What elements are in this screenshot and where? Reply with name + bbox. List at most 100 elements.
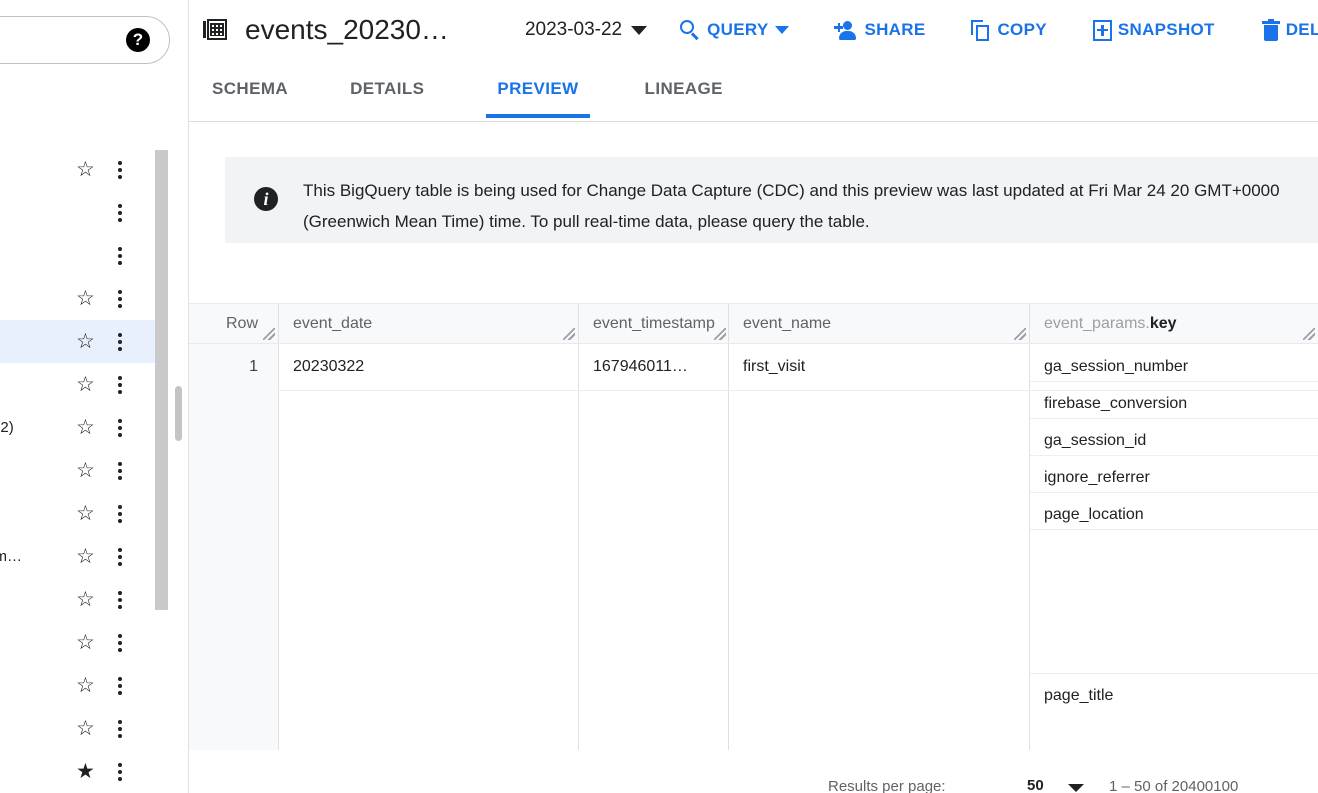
column-header-event-date[interactable]: event_date <box>279 304 578 343</box>
more-options-icon[interactable] <box>118 762 122 781</box>
info-icon: i <box>254 187 278 211</box>
column-header-event-name-label: event_name <box>743 314 832 332</box>
star-outline-icon[interactable]: ☆ <box>76 589 95 610</box>
copy-button[interactable]: COPY <box>971 19 1047 41</box>
tab-preview[interactable]: PREVIEW <box>486 60 590 118</box>
copy-button-label: COPY <box>997 20 1047 39</box>
star-filled-icon[interactable]: ★ <box>76 761 95 782</box>
sidebar-item[interactable]: ☆ <box>0 148 155 191</box>
add-person-icon <box>834 20 858 40</box>
star-outline-icon[interactable]: ☆ <box>76 675 95 696</box>
star-outline-icon[interactable]: ☆ <box>76 632 95 653</box>
star-outline-icon[interactable]: ☆ <box>76 159 95 180</box>
date-partition-selector[interactable]: 2023-03-22 <box>524 19 648 41</box>
resize-grip[interactable] <box>714 328 726 340</box>
more-options-icon[interactable] <box>118 504 122 523</box>
column-header-event-timestamp[interactable]: event_timestamp <box>579 304 729 343</box>
star-outline-icon[interactable]: ☆ <box>76 718 95 739</box>
share-button[interactable]: SHARE <box>834 20 925 40</box>
star-outline-icon[interactable]: ☆ <box>76 460 95 481</box>
star-outline-icon[interactable]: ☆ <box>76 503 95 524</box>
table-header-row: Row event_date event_timestamp event_nam… <box>189 303 1318 344</box>
sidebar-item-label: ata_ (2) <box>0 419 14 436</box>
chevron-down-icon[interactable] <box>1068 784 1084 792</box>
left-sidebar: ? ts. ES ONLY. ☆ons034☆☆☆ata_ (2)☆☆☆d_sa… <box>0 0 189 793</box>
more-options-icon[interactable] <box>118 676 122 695</box>
cdc-info-banner-text: This BigQuery table is being used for Ch… <box>303 175 1318 237</box>
star-outline-icon[interactable]: ☆ <box>76 546 95 567</box>
column-header-event-params-key-label: key <box>1149 314 1177 332</box>
star-outline-icon[interactable]: ☆ <box>76 288 95 309</box>
share-button-label: SHARE <box>864 20 926 39</box>
date-partition-value: 2023-03-22 <box>524 19 623 40</box>
star-outline-icon[interactable]: ☆ <box>76 374 95 395</box>
sidebar-item[interactable]: ☆ <box>0 320 155 363</box>
sidebar-item[interactable]: 034☆ <box>0 277 155 320</box>
sidebar-item[interactable]: ☆ <box>0 492 155 535</box>
more-options-icon[interactable] <box>118 246 122 265</box>
sidebar-item[interactable] <box>0 234 155 277</box>
resize-grip[interactable] <box>1014 328 1026 340</box>
resize-grip[interactable] <box>1303 328 1315 340</box>
resize-grip[interactable] <box>263 328 275 340</box>
cell-event-date: 20230322 <box>293 358 365 375</box>
more-options-icon[interactable] <box>118 461 122 480</box>
table-body: 1 20230322 167946011… first_visit ga_ses… <box>189 344 1318 750</box>
more-options-icon[interactable] <box>118 590 122 609</box>
sidebar-item[interactable]: ☆ <box>0 621 155 664</box>
snapshot-icon <box>1092 19 1112 41</box>
main-panel: events_20230… 2023-03-22 QUERY SHARE COP… <box>189 0 1318 793</box>
tab-schema[interactable]: SCHEMA <box>212 60 288 118</box>
help-icon[interactable]: ? <box>126 28 150 52</box>
more-options-icon[interactable] <box>118 289 122 308</box>
tab-lineage[interactable]: LINEAGE <box>645 60 723 118</box>
more-options-icon[interactable] <box>118 375 122 394</box>
column-header-event-params-prefix: event_params. <box>1044 314 1150 332</box>
page-title: events_20230… <box>245 14 449 45</box>
preview-results-table: Row event_date event_timestamp event_nam… <box>189 303 1318 750</box>
column-header-event-params-key[interactable]: event_params.key <box>1030 304 1318 343</box>
sidebar-scrollbar-thumb[interactable] <box>155 150 168 610</box>
sidebar-item[interactable]: ☆ <box>0 664 155 707</box>
tab-details[interactable]: DETAILS <box>350 60 424 118</box>
cell-event-params-key: page_location <box>1044 506 1144 523</box>
detail-tabs: SCHEMA DETAILS PREVIEW LINEAGE <box>189 60 1318 122</box>
sidebar-item[interactable]: d_sam… ☆ <box>0 535 155 578</box>
more-options-icon[interactable] <box>118 332 122 351</box>
query-button-label: QUERY <box>707 20 769 39</box>
chevron-down-icon <box>775 26 790 34</box>
column-header-event-name[interactable]: event_name <box>729 304 1029 343</box>
copy-icon <box>971 19 991 41</box>
more-options-icon[interactable] <box>118 547 122 566</box>
results-range: 1 – 50 of 20400100 <box>1109 778 1239 793</box>
more-options-icon[interactable] <box>118 633 122 652</box>
sidebar-item[interactable]: ata_ (2) ☆ <box>0 406 155 449</box>
column-header-event-date-label: event_date <box>293 314 373 332</box>
resize-grip[interactable] <box>563 328 575 340</box>
more-options-icon[interactable] <box>118 203 122 222</box>
sidebar-item[interactable]: ed☆ <box>0 707 155 750</box>
sidebar-item[interactable]: ons <box>0 191 155 234</box>
query-button[interactable]: QUERY <box>680 20 790 41</box>
trash-icon <box>1261 18 1280 41</box>
cell-event-params-key: page_title <box>1044 687 1114 704</box>
star-outline-icon[interactable]: ☆ <box>76 331 95 352</box>
results-per-page-value[interactable]: 50 <box>1027 777 1044 793</box>
cdc-info-banner: i This BigQuery table is being used for … <box>225 157 1318 243</box>
more-options-icon[interactable] <box>118 719 122 738</box>
sidebar-item[interactable]: ☆ <box>0 578 155 621</box>
delete-button[interactable]: DEL <box>1261 18 1318 41</box>
sidebar-item[interactable]: ☆ <box>0 449 155 492</box>
sidebar-item-label: d_sam… <box>0 548 23 565</box>
more-options-icon[interactable] <box>118 418 122 437</box>
snapshot-button[interactable]: SNAPSHOT <box>1092 19 1215 41</box>
star-outline-icon[interactable]: ☆ <box>76 417 95 438</box>
search-icon <box>680 20 700 41</box>
banner-line-1: This BigQuery table is being used for Ch… <box>303 181 1190 200</box>
sidebar-item[interactable]: ☆ <box>0 363 155 406</box>
table-toolbar: events_20230… 2023-03-22 QUERY SHARE COP… <box>189 0 1318 60</box>
cell-event-timestamp: 167946011… <box>593 358 688 375</box>
more-options-icon[interactable] <box>118 160 122 179</box>
panel-scrollbar-thumb[interactable] <box>175 386 182 441</box>
sidebar-item[interactable]: ★ <box>0 750 155 793</box>
